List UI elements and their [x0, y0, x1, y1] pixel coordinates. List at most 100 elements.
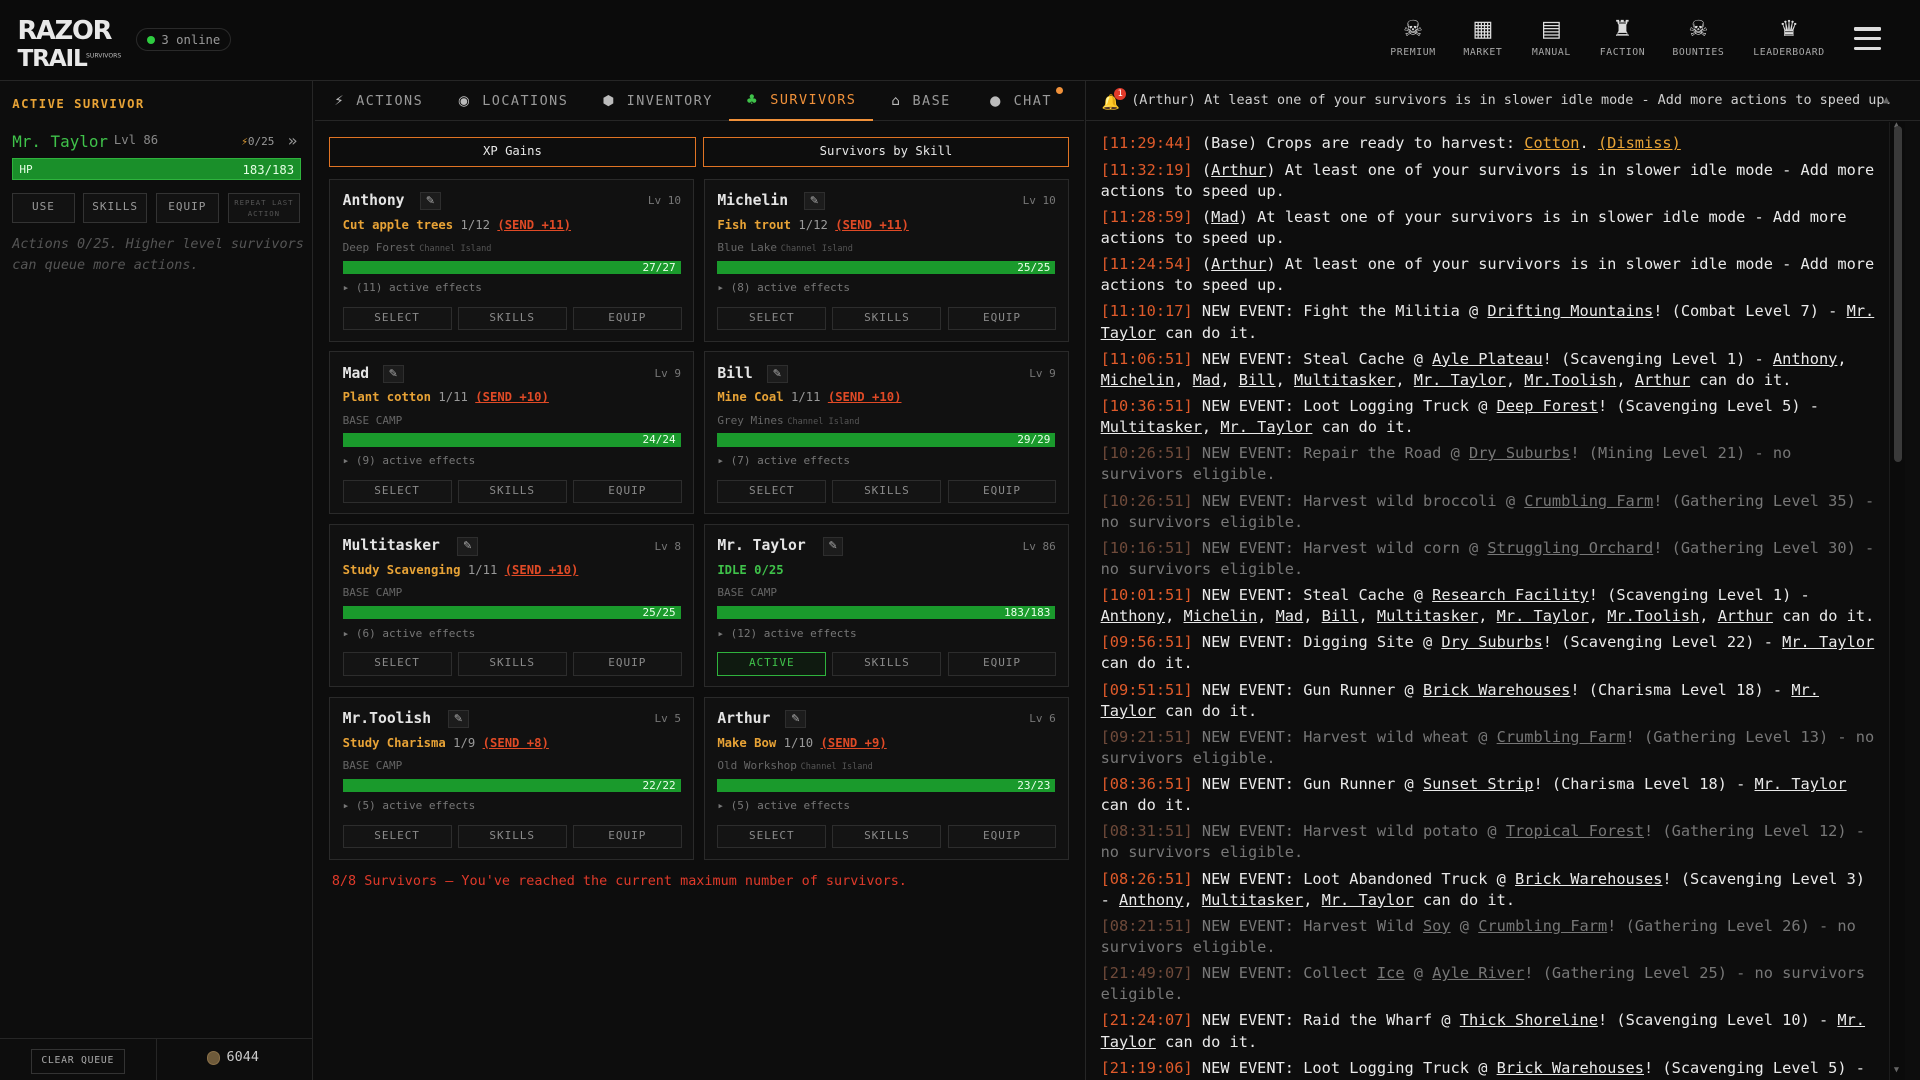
select-button[interactable]: SELECT: [717, 825, 827, 849]
equip-button[interactable]: EQUIP: [947, 307, 1057, 331]
log-link[interactable]: Multitasker: [1294, 371, 1395, 389]
log-link[interactable]: Bill: [1239, 371, 1276, 389]
survivor-card[interactable]: Mr.Toolish ✎ Lv 5 Study Charisma 1/9 (SEND …: [329, 696, 695, 860]
send-more-link[interactable]: (SEND +10): [475, 390, 549, 404]
nav-market[interactable]: ▦ MARKET: [1446, 17, 1519, 57]
active-effects-toggle[interactable]: ▸ (5) active effects: [343, 799, 476, 812]
active-effects-toggle[interactable]: ▸ (7) active effects: [717, 454, 850, 467]
survivor-card[interactable]: Bill ✎ Lv 9 Mine Coal 1/11 (SEND +10) Grey M…: [704, 351, 1069, 515]
rename-pencil-icon[interactable]: ✎: [804, 192, 825, 211]
log-link[interactable]: Multitasker: [1101, 418, 1202, 436]
log-link[interactable]: Mr. Taylor: [1220, 418, 1312, 436]
log-link[interactable]: Dry Suburbs: [1441, 633, 1542, 651]
log-link[interactable]: Crumbling Farm: [1524, 492, 1653, 510]
equip-button[interactable]: EQUIP: [572, 479, 682, 504]
log-link[interactable]: Struggling Orchard: [1487, 539, 1653, 557]
equip-button[interactable]: EQUIP: [947, 479, 1057, 504]
skills-button[interactable]: SKILLS: [457, 479, 567, 504]
rename-pencil-icon[interactable]: ✎: [420, 192, 441, 211]
tab-actions[interactable]: ⚡ ACTIONS: [334, 81, 423, 121]
repeat-last-action-button[interactable]: REPEAT LAST ACTION: [227, 193, 300, 223]
active-effects-toggle[interactable]: ▸ (12) active effects: [717, 627, 856, 640]
send-more-link[interactable]: (SEND +9): [820, 736, 886, 750]
select-button[interactable]: SELECT: [717, 479, 827, 504]
log-link[interactable]: Brick Warehouses: [1497, 1059, 1644, 1077]
survivor-card[interactable]: Multitasker ✎ Lv 8 Study Scavenging 1/11 (S…: [329, 524, 695, 687]
select-button[interactable]: SELECT: [342, 307, 452, 331]
log-link[interactable]: Mr. Taylor: [1755, 775, 1847, 793]
equip-button[interactable]: EQUIP: [572, 652, 682, 676]
nav-leaderboard[interactable]: ♛ LEADERBOARD: [1746, 17, 1832, 57]
log-link[interactable]: (Dismiss): [1598, 134, 1681, 152]
game-logo[interactable]: RAZOR TRAIL SURVIVORS: [15, 12, 128, 71]
log-link[interactable]: Mr. Taylor: [1782, 633, 1874, 651]
active-effects-toggle[interactable]: ▸ (5) active effects: [717, 799, 850, 812]
log-link[interactable]: Brick Warehouses: [1423, 681, 1570, 699]
skills-button[interactable]: SKILLS: [457, 652, 567, 676]
log-link[interactable]: Mad: [1211, 208, 1239, 226]
survivor-card[interactable]: Mr. Taylor ✎ Lv 86 IDLE 0/25 BASE CAMP 183/18…: [704, 524, 1069, 687]
equip-button[interactable]: EQUIP: [572, 307, 682, 331]
log-link[interactable]: Ayle River: [1432, 964, 1524, 982]
nav-faction[interactable]: ♜ FACTION: [1586, 17, 1659, 57]
active-button[interactable]: ACTIVE: [717, 652, 827, 676]
skills-button[interactable]: SKILLS: [457, 825, 567, 849]
tab-survivors[interactable]: ♣ SURVIVORS: [728, 81, 874, 122]
log-link[interactable]: Multitasker: [1377, 607, 1478, 625]
equip-button[interactable]: EQUIP: [572, 825, 682, 849]
equip-button[interactable]: EQUIP: [155, 193, 220, 223]
rename-pencil-icon[interactable]: ✎: [785, 709, 807, 729]
log-link[interactable]: Mr. Taylor: [1497, 607, 1589, 625]
active-effects-toggle[interactable]: ▸ (9) active effects: [343, 454, 476, 467]
skills-button[interactable]: SKILLS: [832, 479, 942, 504]
tab-base[interactable]: ⌂ BASE: [891, 81, 950, 121]
tab-chat[interactable]: ● CHAT: [989, 81, 1052, 121]
log-link[interactable]: Arthur: [1718, 607, 1773, 625]
log-scrollbar[interactable]: ▲ ▼: [1889, 120, 1906, 1080]
survivor-card[interactable]: Anthony ✎ Lv 10 Cut apple trees 1/12 (SEND …: [329, 178, 695, 342]
log-link[interactable]: Crumbling Farm: [1497, 728, 1626, 746]
log-link[interactable]: Mr.Toolish: [1524, 371, 1616, 389]
rename-pencil-icon[interactable]: ✎: [447, 709, 469, 729]
equip-button[interactable]: EQUIP: [947, 825, 1057, 849]
scroll-thumb[interactable]: [1893, 126, 1903, 462]
log-link[interactable]: Crumbling Farm: [1478, 917, 1607, 935]
log-link[interactable]: Brick Warehouses: [1515, 870, 1662, 888]
send-more-link[interactable]: (SEND +10): [828, 390, 902, 404]
active-effects-toggle[interactable]: ▸ (11) active effects: [343, 281, 482, 294]
log-link[interactable]: Anthony: [1119, 891, 1183, 909]
log-link[interactable]: Michelin: [1101, 371, 1175, 389]
clear-queue-button[interactable]: CLEAR QUEUE: [30, 1049, 125, 1074]
log-link[interactable]: Mr.Toolish: [1607, 607, 1699, 625]
log-link[interactable]: Soy: [1423, 917, 1451, 935]
active-effects-toggle[interactable]: ▸ (8) active effects: [717, 281, 850, 294]
active-survivor-name[interactable]: Mr. Taylor: [12, 132, 108, 151]
skills-button[interactable]: SKILLS: [832, 825, 942, 849]
survivor-card[interactable]: Michelin ✎ Lv 10 Fish trout 1/12 (SEND +11)…: [704, 178, 1069, 342]
nav-premium[interactable]: ☠ PREMIUM: [1376, 17, 1449, 57]
log-link[interactable]: Multitasker: [1202, 891, 1303, 909]
survivor-card[interactable]: Mad ✎ Lv 9 Plant cotton 1/11 (SEND +10) BASE…: [329, 351, 695, 515]
xp-gains-button[interactable]: XP Gains: [329, 137, 696, 167]
equip-button[interactable]: EQUIP: [947, 652, 1057, 676]
log-link[interactable]: Ice: [1377, 964, 1405, 982]
skills-button[interactable]: SKILLS: [83, 193, 147, 223]
select-button[interactable]: SELECT: [342, 479, 452, 504]
scroll-down-icon[interactable]: ▼: [1894, 1065, 1899, 1075]
select-button[interactable]: SELECT: [342, 825, 452, 849]
rename-pencil-icon[interactable]: ✎: [457, 537, 479, 556]
menu-hamburger-icon[interactable]: [1853, 26, 1881, 51]
log-link[interactable]: Arthur: [1211, 255, 1266, 273]
select-button[interactable]: SELECT: [717, 307, 827, 331]
rename-pencil-icon[interactable]: ✎: [382, 364, 404, 384]
log-link[interactable]: Tropical Forest: [1506, 822, 1644, 840]
nav-manual[interactable]: ▤ MANUAL: [1515, 17, 1588, 57]
log-link[interactable]: Arthur: [1211, 161, 1266, 179]
skills-button[interactable]: SKILLS: [457, 307, 567, 331]
log-link[interactable]: Anthony: [1101, 607, 1165, 625]
send-more-link[interactable]: (SEND +8): [483, 736, 549, 750]
nav-bounties[interactable]: ☠ BOUNTIES: [1662, 17, 1735, 57]
send-more-link[interactable]: (SEND +11): [835, 218, 909, 232]
log-link[interactable]: Ayle Plateau: [1432, 350, 1543, 368]
send-more-link[interactable]: (SEND +10): [505, 563, 579, 577]
